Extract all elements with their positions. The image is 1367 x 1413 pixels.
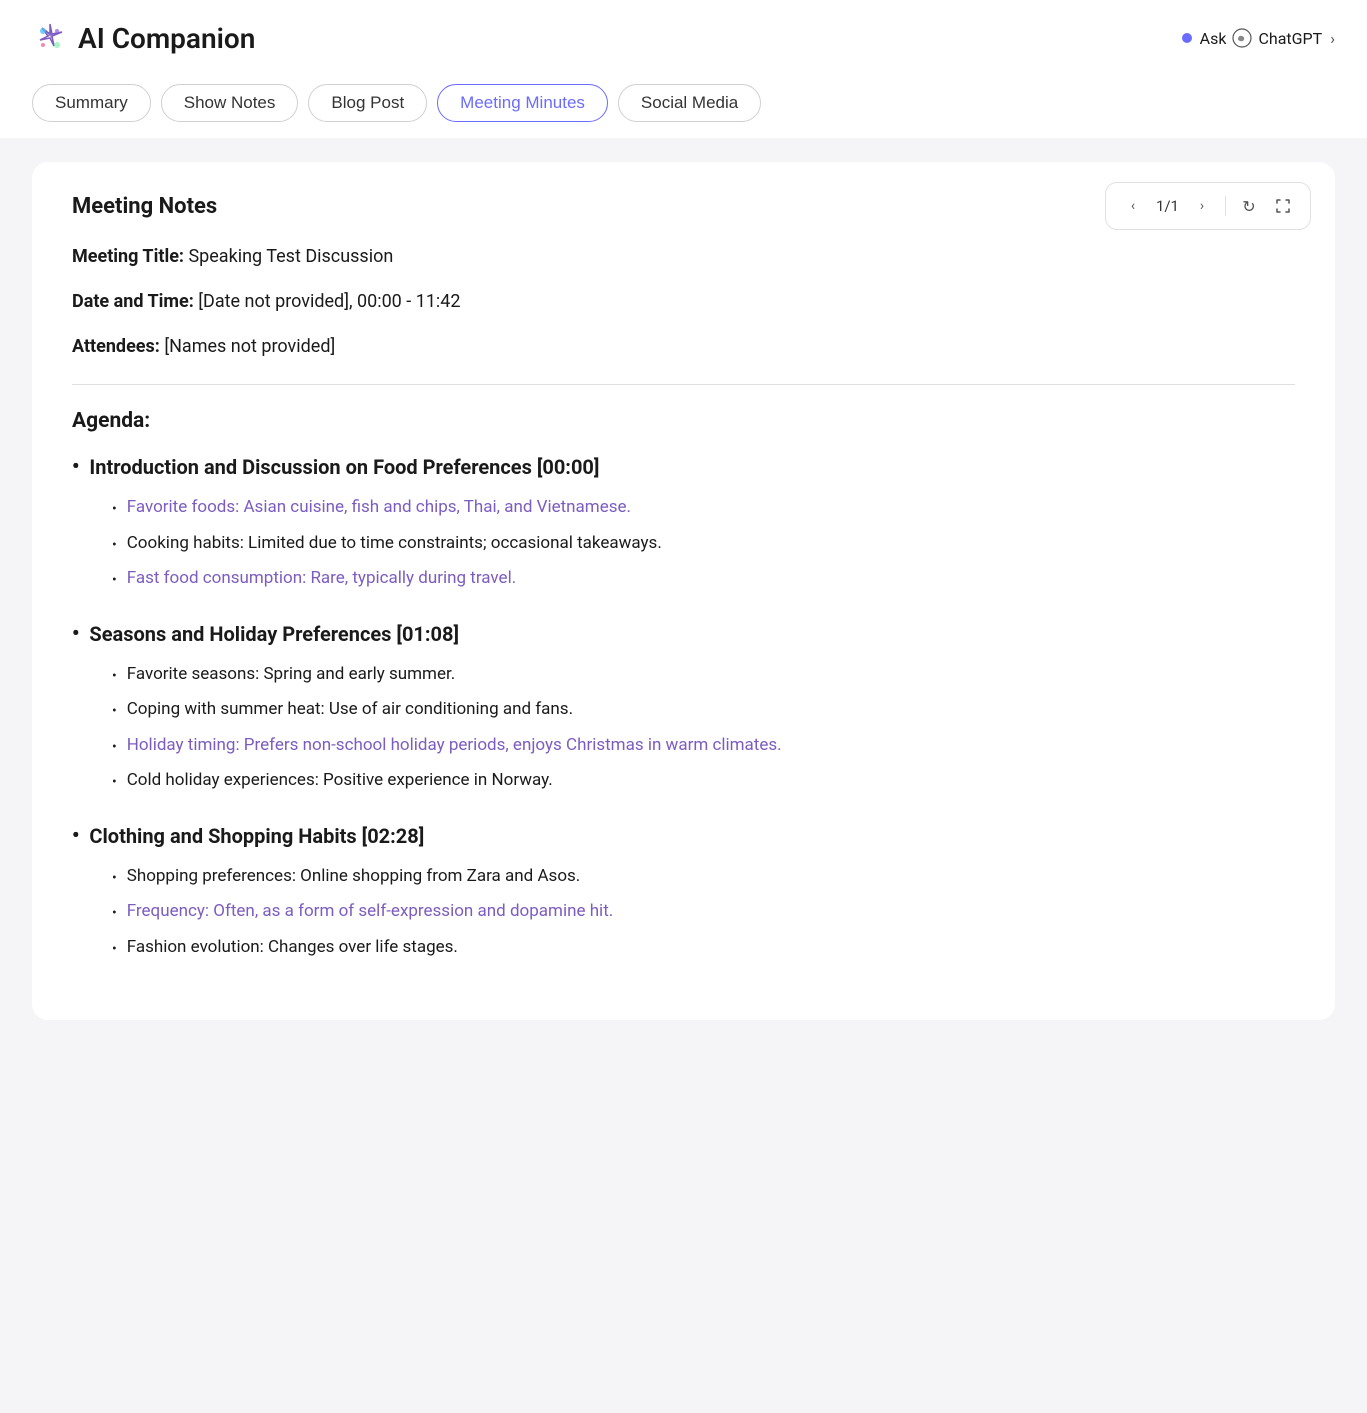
sub-item-text: Holiday timing: Prefers non-school holid…: [127, 733, 782, 759]
list-item: • Fast food consumption: Rare, typically…: [112, 566, 1295, 592]
prev-page-button[interactable]: ‹: [1118, 191, 1148, 221]
sub-bullet-icon: •: [112, 772, 117, 793]
sub-item-text: Frequency: Often, as a form of self-expr…: [127, 899, 614, 925]
agenda-item-2-title: Seasons and Holiday Preferences [01:08]: [89, 620, 459, 648]
agenda-item-3-subitems: • Shopping preferences: Online shopping …: [72, 864, 1295, 961]
bullet-icon-3: •: [72, 823, 79, 847]
tab-meeting-minutes[interactable]: Meeting Minutes: [437, 84, 608, 122]
header: AI Companion Ask ChatGPT ›: [0, 0, 1367, 72]
meeting-title-value: Speaking Test Discussion: [188, 246, 393, 267]
list-item: • Cooking habits: Limited due to time co…: [112, 531, 1295, 557]
ai-companion-icon: [32, 20, 68, 56]
app-title: AI Companion: [78, 22, 255, 55]
chevron-right-icon: ›: [1330, 29, 1335, 48]
agenda-item-1-subitems: • Favorite foods: Asian cuisine, fish an…: [72, 495, 1295, 592]
date-line: Date and Time: [Date not provided], 00:0…: [72, 288, 1295, 315]
content-card: ‹ 1/1 › ↻ Meeting Notes Meeting Title: S…: [32, 162, 1335, 1020]
meeting-title-label: Meeting Title:: [72, 246, 184, 267]
tab-blog-post[interactable]: Blog Post: [308, 84, 427, 122]
tab-social-media[interactable]: Social Media: [618, 84, 761, 122]
sub-bullet-icon: •: [112, 535, 117, 556]
list-item: • Fashion evolution: Changes over life s…: [112, 935, 1295, 961]
tab-show-notes[interactable]: Show Notes: [161, 84, 299, 122]
main-content: ‹ 1/1 › ↻ Meeting Notes Meeting Title: S…: [0, 138, 1367, 1413]
sub-bullet-icon: •: [112, 737, 117, 758]
sub-bullet-icon: •: [112, 701, 117, 722]
tab-summary[interactable]: Summary: [32, 84, 151, 122]
agenda-item-1-header: • Introduction and Discussion on Food Pr…: [72, 453, 1295, 481]
sub-bullet-icon: •: [112, 570, 117, 591]
agenda-item-2: • Seasons and Holiday Preferences [01:08…: [72, 620, 1295, 794]
sub-item-text: Cooking habits: Limited due to time cons…: [127, 531, 662, 557]
sub-bullet-icon: •: [112, 939, 117, 960]
refresh-button[interactable]: ↻: [1234, 191, 1264, 221]
agenda-item-2-subitems: • Favorite seasons: Spring and early sum…: [72, 662, 1295, 794]
bullet-icon-2: •: [72, 621, 79, 645]
sub-item-text: Coping with summer heat: Use of air cond…: [127, 697, 573, 723]
attendees-label: Attendees:: [72, 336, 160, 357]
sub-item-text: Favorite foods: Asian cuisine, fish and …: [127, 495, 631, 521]
attendees-line: Attendees: [Names not provided]: [72, 333, 1295, 360]
list-item: • Shopping preferences: Online shopping …: [112, 864, 1295, 890]
list-item: • Favorite foods: Asian cuisine, fish an…: [112, 495, 1295, 521]
ask-chatgpt-label: Ask ChatGPT: [1200, 28, 1323, 48]
list-item: • Holiday timing: Prefers non-school hol…: [112, 733, 1295, 759]
header-left: AI Companion: [32, 20, 255, 56]
attendees-value: [Names not provided]: [164, 336, 335, 357]
sub-bullet-icon: •: [112, 499, 117, 520]
tabs-bar: Summary Show Notes Blog Post Meeting Min…: [0, 72, 1367, 138]
sub-bullet-icon: •: [112, 666, 117, 687]
list-item: • Cold holiday experiences: Positive exp…: [112, 768, 1295, 794]
pagination-label: 1/1: [1152, 197, 1183, 215]
list-item: • Coping with summer heat: Use of air co…: [112, 697, 1295, 723]
agenda-item-3: • Clothing and Shopping Habits [02:28] •…: [72, 822, 1295, 961]
agenda-item-1: • Introduction and Discussion on Food Pr…: [72, 453, 1295, 592]
date-value: [Date not provided], 00:00 - 11:42: [198, 291, 460, 312]
sub-bullet-icon: •: [112, 903, 117, 924]
agenda-list: • Introduction and Discussion on Food Pr…: [72, 453, 1295, 960]
sub-item-text: Shopping preferences: Online shopping fr…: [127, 864, 581, 890]
sub-item-text: Favorite seasons: Spring and early summe…: [127, 662, 455, 688]
meeting-title-line: Meeting Title: Speaking Test Discussion: [72, 243, 1295, 270]
section-divider: [72, 384, 1295, 385]
agenda-section: Agenda: • Introduction and Discussion on…: [72, 409, 1295, 960]
agenda-item-1-title: Introduction and Discussion on Food Pref…: [89, 453, 599, 481]
agenda-item-3-header: • Clothing and Shopping Habits [02:28]: [72, 822, 1295, 850]
status-dot: [1182, 33, 1192, 43]
fullscreen-button[interactable]: [1268, 191, 1298, 221]
ask-chatgpt-button[interactable]: Ask ChatGPT ›: [1182, 28, 1335, 48]
list-item: • Favorite seasons: Spring and early sum…: [112, 662, 1295, 688]
expand-icon: [1275, 198, 1291, 214]
sub-item-text: Fashion evolution: Changes over life sta…: [127, 935, 458, 961]
bullet-icon-1: •: [72, 454, 79, 478]
pagination-divider: [1225, 196, 1226, 216]
agenda-item-2-header: • Seasons and Holiday Preferences [01:08…: [72, 620, 1295, 648]
next-page-button[interactable]: ›: [1187, 191, 1217, 221]
sub-bullet-icon: •: [112, 868, 117, 889]
sub-item-text: Cold holiday experiences: Positive exper…: [127, 768, 553, 794]
list-item: • Frequency: Often, as a form of self-ex…: [112, 899, 1295, 925]
sub-item-text: Fast food consumption: Rare, typically d…: [127, 566, 516, 592]
pagination-controls: ‹ 1/1 › ↻: [1105, 182, 1311, 230]
agenda-title: Agenda:: [72, 409, 1295, 433]
date-label: Date and Time:: [72, 291, 194, 312]
chatgpt-icon: [1232, 28, 1252, 48]
agenda-item-3-title: Clothing and Shopping Habits [02:28]: [89, 822, 424, 850]
